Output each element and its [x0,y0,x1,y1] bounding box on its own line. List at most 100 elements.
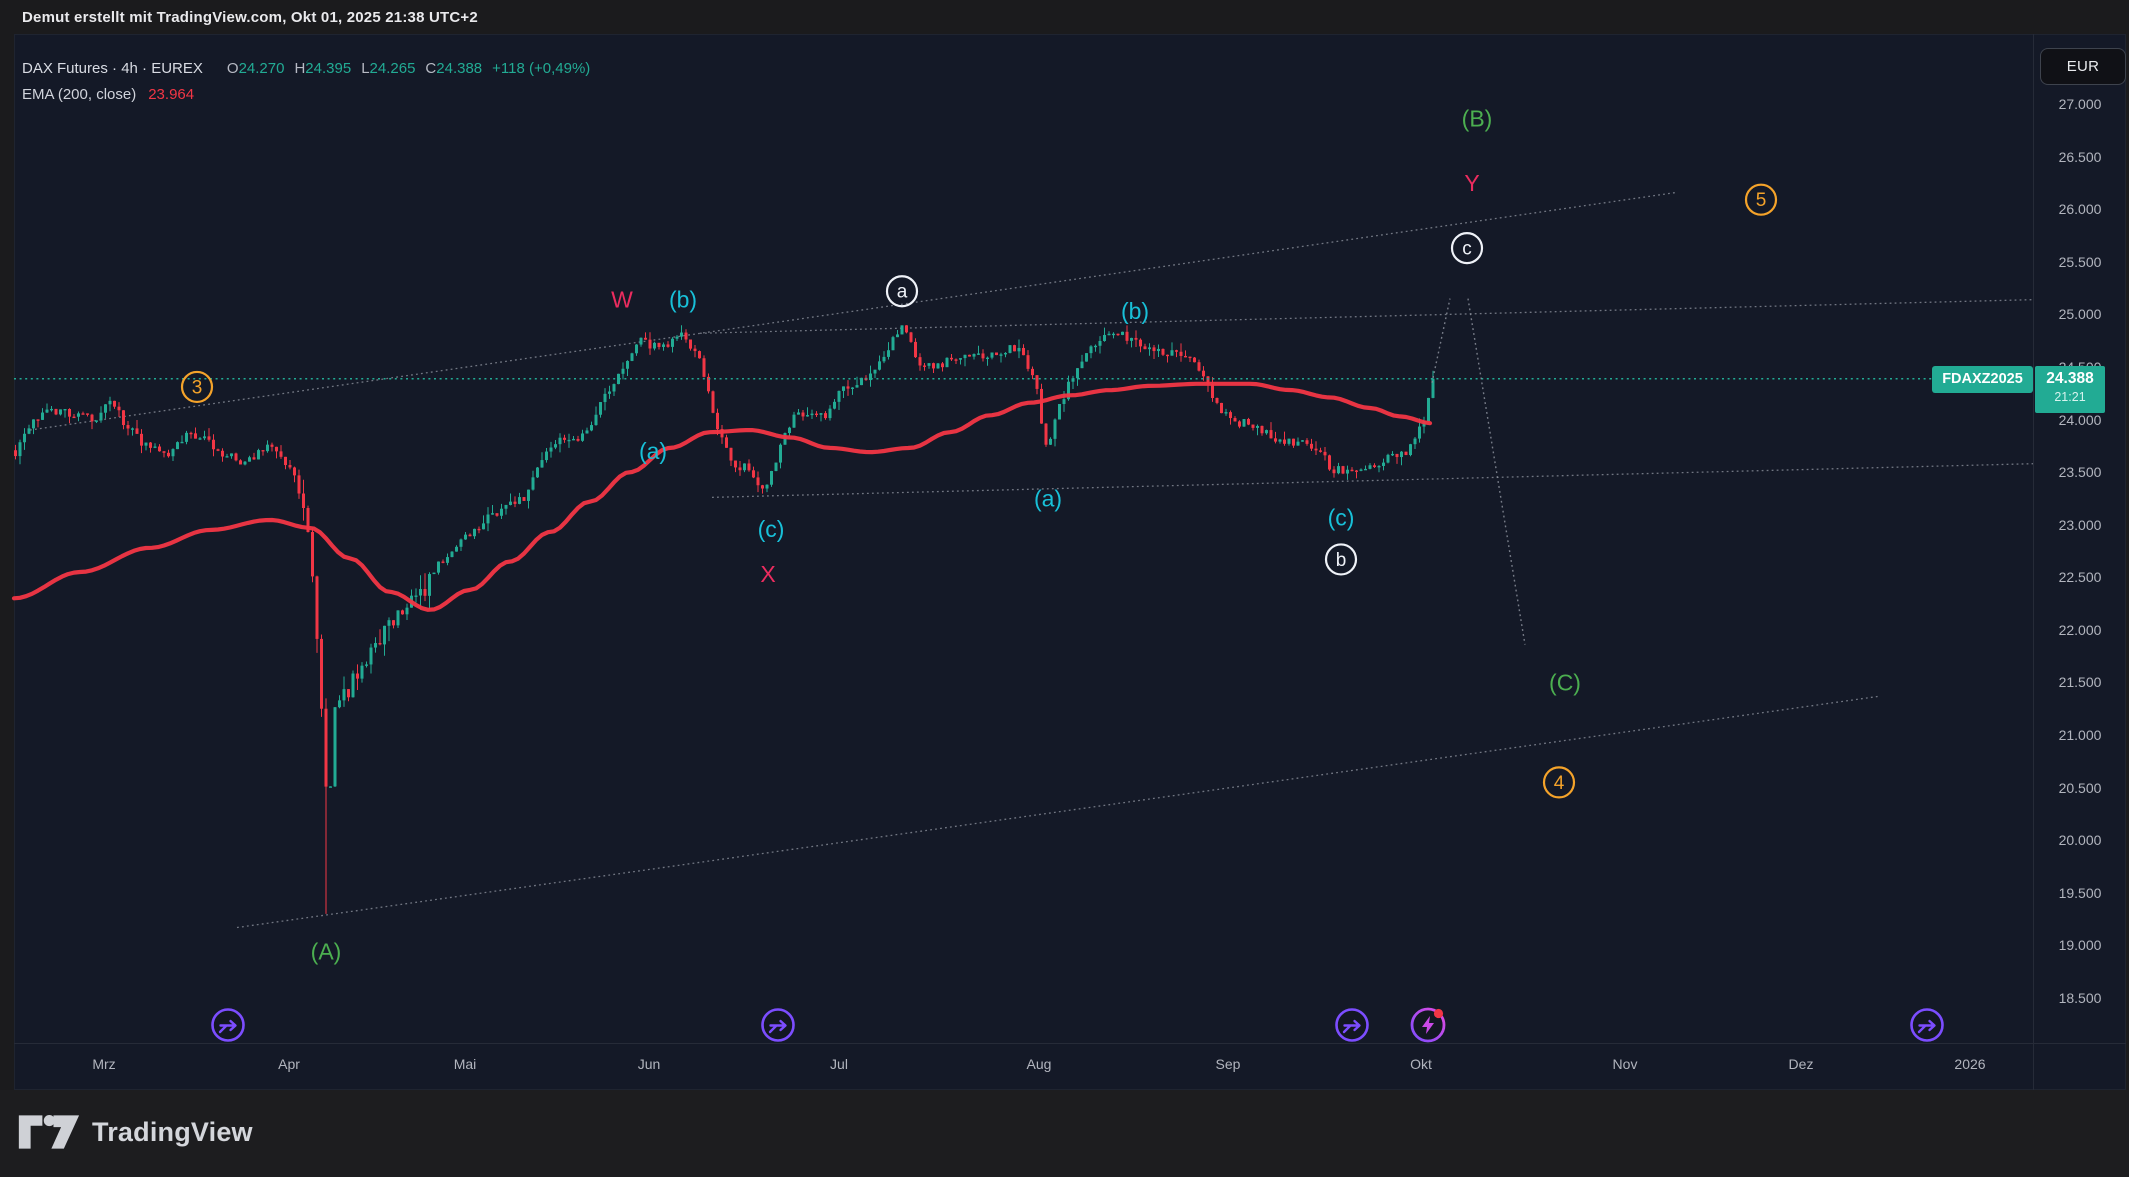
wave-label[interactable]: (b) [669,287,697,313]
svg-text:4: 4 [1554,773,1565,794]
time-tick: Aug [1027,1056,1052,1072]
wave-label[interactable]: (b) [1121,298,1149,324]
ohlc-open-value: 24.270 [239,60,285,77]
time-axis[interactable]: Mrz Apr Mai Jun Jul Aug Sep Okt Nov Dez 2026 [14,1044,2033,1090]
price-tick: 19.000 [2034,936,2126,954]
price-tick: 23.500 [2034,463,2126,481]
wave-label[interactable]: X [760,561,775,587]
svg-text:3: 3 [192,377,203,398]
bar-countdown: 21:21 [2035,389,2105,406]
currency-button[interactable]: EUR [2040,48,2126,85]
svg-text:(a): (a) [1034,485,1062,511]
symbol-title[interactable]: DAX Futures · 4h · EUREX [22,60,203,77]
svg-text:X: X [760,561,775,587]
wave-label[interactable]: W [611,287,633,313]
trendline[interactable] [237,696,1880,927]
price-tick: 19.500 [2034,884,2126,902]
snapshot-frame: Demut erstellt mit TradingView.com, Okt … [0,0,2129,1177]
footer-bar: TradingView [0,1090,2129,1177]
time-tick: Jul [830,1056,848,1072]
svg-text:a: a [897,282,908,303]
wave-label[interactable]: (C) [1549,669,1581,695]
trendline[interactable] [30,192,1677,430]
jump-arrow-icon[interactable] [1337,1010,1368,1041]
time-tick: Dez [1789,1056,1814,1072]
wave-label[interactable]: 3 [182,372,212,402]
legend-row-ema[interactable]: EMA (200, close) 23.964 [22,84,590,106]
svg-text:(B): (B) [1462,106,1493,132]
time-tick: 2026 [1954,1056,1985,1072]
svg-text:(c): (c) [1328,504,1355,530]
time-tick: Apr [278,1056,300,1072]
legend-row-symbol: DAX Futures · 4h · EUREXO24.270H24.395L2… [22,58,590,80]
ohlc-close-value: 24.388 [436,60,482,77]
projection-path[interactable] [1432,299,1525,645]
price-tick: 20.000 [2034,831,2126,849]
time-tick: Nov [1613,1056,1638,1072]
price-tick: 23.000 [2034,516,2126,534]
svg-text:W: W [611,287,633,313]
ohlc-close-label: C [425,60,436,77]
trendlines[interactable] [30,192,2033,927]
last-price-value: 24.388 [2035,366,2105,389]
trendline[interactable] [700,300,2033,334]
tradingview-logo[interactable]: TradingView [18,1114,253,1150]
time-tick: Jun [638,1056,661,1072]
time-tick: Mai [454,1056,477,1072]
svg-text:(c): (c) [758,516,785,542]
ohlc-high-label: H [294,60,305,77]
jump-arrow-icon[interactable] [1912,1010,1943,1041]
wave-label[interactable]: a [887,276,917,306]
time-tick: Mrz [92,1056,115,1072]
wave-label[interactable]: Y [1464,170,1479,196]
wave-label[interactable]: (a) [1034,485,1062,511]
svg-text:(A): (A) [311,939,342,965]
svg-text:c: c [1462,239,1472,260]
wave-label[interactable]: 5 [1746,185,1776,215]
wave-label[interactable]: 4 [1544,767,1574,797]
wave-label[interactable]: b [1326,544,1356,574]
price-tick: 21.500 [2034,673,2126,691]
price-tick: 26.000 [2034,200,2126,218]
tradingview-logo-text: TradingView [92,1117,253,1148]
svg-text:(b): (b) [669,287,697,313]
ema-indicator-title[interactable]: EMA (200, close) [22,86,136,103]
timeline-markers[interactable] [213,1009,1943,1041]
wave-label[interactable]: c [1452,233,1482,263]
svg-text:(b): (b) [1121,298,1149,324]
price-tick: 25.500 [2034,253,2126,271]
svg-text:(C): (C) [1549,669,1581,695]
wave-label[interactable]: (a) [639,438,667,464]
price-tick: 18.500 [2034,989,2126,1007]
time-tick: Sep [1216,1056,1241,1072]
jump-arrow-icon[interactable] [213,1010,244,1041]
price-chart-canvas[interactable]: 3 W (b) a (a) (c) X (a) (b) (c) b c Y (B) 5 (C) 4 (A) [0,0,2129,1177]
price-tick: 26.500 [2034,148,2126,166]
change-value: +118 (+0,49%) [492,60,590,77]
symbol-legend[interactable]: DAX Futures · 4h · EUREXO24.270H24.395L2… [22,58,590,106]
price-tick: 20.500 [2034,779,2126,797]
ema-indicator-value: 23.964 [148,86,194,103]
price-tick: 22.500 [2034,568,2126,586]
ohlc-high-value: 24.395 [305,60,351,77]
price-tick: 27.000 [2034,95,2126,113]
candlestick-series [14,325,1435,914]
price-axis[interactable]: 27.00026.50026.00025.50025.00024.50024.0… [2034,34,2126,1043]
elliott-wave-labels[interactable]: 3 W (b) a (a) (c) X (a) (b) (c) b c Y (B) 5 (C) 4 (A) [182,106,1776,965]
price-tick: 24.000 [2034,411,2126,429]
tradingview-logo-icon [18,1114,82,1150]
svg-text:b: b [1336,550,1347,571]
trendline[interactable] [712,464,2033,498]
wave-label[interactable]: (B) [1462,106,1493,132]
jump-arrow-icon[interactable] [763,1010,794,1041]
wave-label[interactable]: (c) [1328,504,1355,530]
price-tick: 21.000 [2034,726,2126,744]
events-lightning-icon[interactable] [1412,1009,1444,1041]
wave-label[interactable]: (A) [311,939,342,965]
ohlc-low-label: L [361,60,369,77]
ohlc-low-value: 24.265 [370,60,416,77]
price-tick: 25.000 [2034,305,2126,323]
wave-label[interactable]: (c) [758,516,785,542]
symbol-price-flag: FDAXZ2025 [1932,366,2033,393]
time-tick: Okt [1410,1056,1432,1072]
